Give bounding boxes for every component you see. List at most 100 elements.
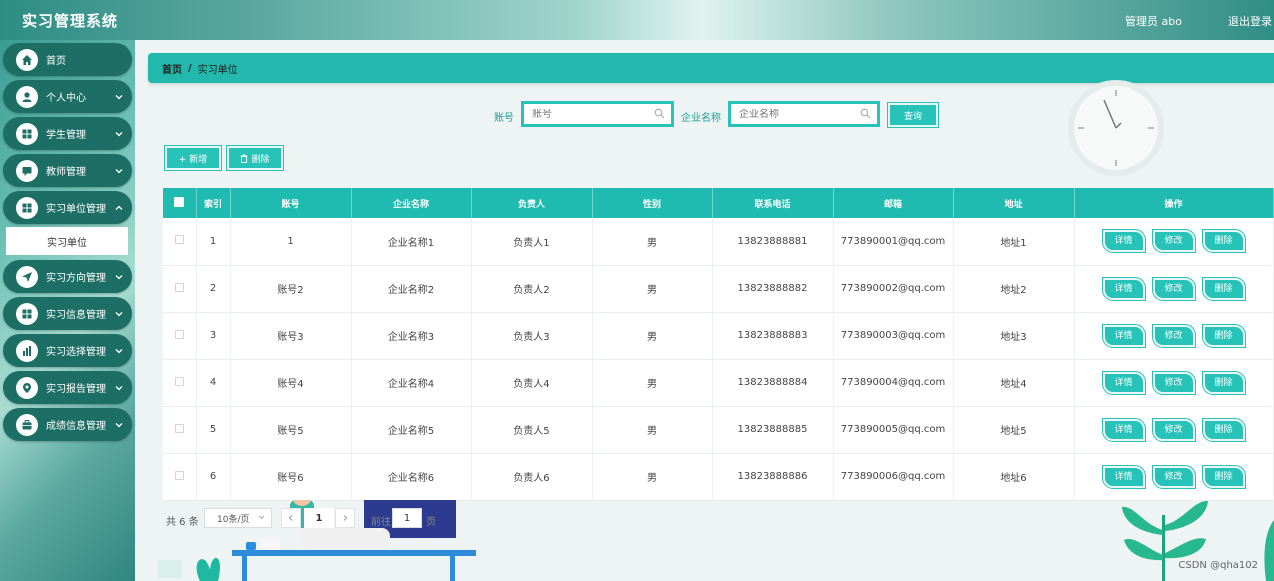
- chat-icon: [16, 159, 38, 182]
- edit-button[interactable]: 修改: [1151, 370, 1196, 395]
- cell-index: 3: [196, 312, 231, 359]
- detail-button[interactable]: 详情: [1101, 370, 1146, 395]
- current-page[interactable]: 1: [304, 508, 334, 528]
- logout-link[interactable]: 退出登录: [1228, 13, 1272, 29]
- row-checkbox[interactable]: [174, 235, 184, 245]
- cell-email: 773890004@qq.com: [833, 359, 954, 406]
- next-page-button[interactable]: [335, 508, 355, 528]
- account-search-field[interactable]: [521, 101, 674, 127]
- select-all-checkbox[interactable]: [174, 196, 185, 207]
- sidebar-item-internship-unit[interactable]: 实习单位管理: [3, 191, 132, 224]
- detail-button[interactable]: 详情: [1101, 464, 1146, 489]
- company-input[interactable]: [739, 108, 877, 120]
- chevron-down-icon: [115, 131, 123, 136]
- account-input[interactable]: [532, 108, 671, 120]
- sidebar-item-label: 实习信息管理: [46, 310, 106, 321]
- sidebar: 首页 个人中心 学生管理 教师管理 实习单位管理 实习单位 实习方向管理 实习信…: [0, 40, 135, 581]
- row-checkbox[interactable]: [174, 376, 184, 386]
- delete-button[interactable]: 删除: [1201, 229, 1246, 254]
- cell-phone: 13823888882: [712, 265, 834, 312]
- column-header: 企业名称: [351, 188, 472, 218]
- row-checkbox[interactable]: [174, 329, 184, 339]
- cell-actions: 详情 修改 删除: [1074, 359, 1274, 406]
- chevron-down-icon: [115, 385, 123, 390]
- page-size-select[interactable]: 10条/页: [204, 508, 272, 528]
- select-all-cell[interactable]: [163, 188, 197, 218]
- column-header: 索引: [196, 188, 231, 218]
- briefcase-icon: [16, 413, 38, 436]
- cell-manager: 负责人4: [471, 359, 593, 406]
- location-icon: [16, 376, 38, 399]
- cell-company: 企业名称1: [351, 218, 472, 265]
- pager-total: 共 6 条: [166, 517, 199, 528]
- add-button[interactable]: + 新增: [164, 145, 222, 171]
- cell-manager: 负责人1: [471, 218, 593, 265]
- breadcrumb-home[interactable]: 首页: [162, 61, 182, 76]
- cell-phone: 13823888881: [712, 218, 834, 265]
- chevron-down-icon: [115, 348, 123, 353]
- detail-button[interactable]: 详情: [1101, 276, 1146, 301]
- detail-button[interactable]: 详情: [1101, 417, 1146, 442]
- edit-button[interactable]: 修改: [1151, 323, 1196, 348]
- table-row: 3 账号3 企业名称3 负责人3 男 13823888883 773890003…: [163, 312, 1274, 359]
- cell-phone: 13823888883: [712, 312, 834, 359]
- cell-address: 地址4: [953, 359, 1075, 406]
- cell-account: 账号5: [230, 406, 352, 453]
- sidebar-item-report[interactable]: 实习报告管理: [3, 371, 132, 404]
- cell-address: 地址5: [953, 406, 1075, 453]
- watermark: CSDN @qha102: [1178, 560, 1258, 571]
- row-checkbox[interactable]: [174, 282, 184, 292]
- cell-company: 企业名称6: [351, 453, 472, 500]
- row-checkbox[interactable]: [174, 470, 184, 480]
- sidebar-item-direction[interactable]: 实习方向管理: [3, 260, 132, 293]
- edit-button[interactable]: 修改: [1151, 276, 1196, 301]
- chevron-down-icon: [115, 422, 123, 427]
- cell-index: 4: [196, 359, 231, 406]
- cell-manager: 负责人2: [471, 265, 593, 312]
- column-header: 账号: [230, 188, 352, 218]
- delete-button[interactable]: 删除: [1201, 370, 1246, 395]
- prev-page-button[interactable]: [281, 508, 301, 528]
- batch-delete-button[interactable]: 删除: [226, 145, 284, 171]
- detail-button[interactable]: 详情: [1101, 229, 1146, 254]
- row-checkbox[interactable]: [174, 423, 184, 433]
- edit-button[interactable]: 修改: [1151, 229, 1196, 254]
- batch-delete-label: 删除: [251, 154, 270, 165]
- column-header: 邮箱: [833, 188, 954, 218]
- company-label: 企业名称: [681, 113, 721, 124]
- home-icon: [16, 48, 38, 71]
- detail-button[interactable]: 详情: [1101, 323, 1146, 348]
- delete-button[interactable]: 删除: [1201, 417, 1246, 442]
- sidebar-item-selection[interactable]: 实习选择管理: [3, 334, 132, 367]
- delete-button[interactable]: 删除: [1201, 464, 1246, 489]
- clock-illustration: [1068, 80, 1164, 176]
- delete-button[interactable]: 删除: [1201, 276, 1246, 301]
- sidebar-subitem-internship-unit[interactable]: 实习单位: [6, 227, 128, 255]
- sidebar-item-home[interactable]: 首页: [3, 43, 132, 76]
- cell-index: 5: [196, 406, 231, 453]
- sidebar-item-grade[interactable]: 成绩信息管理: [3, 408, 132, 441]
- sidebar-item-student[interactable]: 学生管理: [3, 117, 132, 150]
- column-header: 联系电话: [712, 188, 834, 218]
- query-button[interactable]: 查询: [887, 102, 939, 128]
- table-header-row: 索引 账号 企业名称 负责人 性别 联系电话 邮箱 地址 操作: [163, 188, 1274, 218]
- cell-gender: 男: [592, 218, 713, 265]
- edit-button[interactable]: 修改: [1151, 417, 1196, 442]
- sidebar-item-label: 学生管理: [46, 130, 86, 141]
- edit-button[interactable]: 修改: [1151, 464, 1196, 489]
- cell-gender: 男: [592, 453, 713, 500]
- user-icon: [16, 85, 38, 108]
- plant-edge-illustration: [1264, 520, 1274, 581]
- goto-suffix: 页: [426, 517, 436, 528]
- sidebar-item-personal-center[interactable]: 个人中心: [3, 80, 132, 113]
- cell-email: 773890005@qq.com: [833, 406, 954, 453]
- company-search-field[interactable]: [728, 101, 880, 127]
- cell-gender: 男: [592, 406, 713, 453]
- delete-button[interactable]: 删除: [1201, 323, 1246, 348]
- sidebar-item-teacher[interactable]: 教师管理: [3, 154, 132, 187]
- cell-gender: 男: [592, 265, 713, 312]
- cell-actions: 详情 修改 删除: [1074, 406, 1274, 453]
- cell-email: 773890006@qq.com: [833, 453, 954, 500]
- sidebar-item-info[interactable]: 实习信息管理: [3, 297, 132, 330]
- goto-page-input[interactable]: 1: [392, 508, 422, 528]
